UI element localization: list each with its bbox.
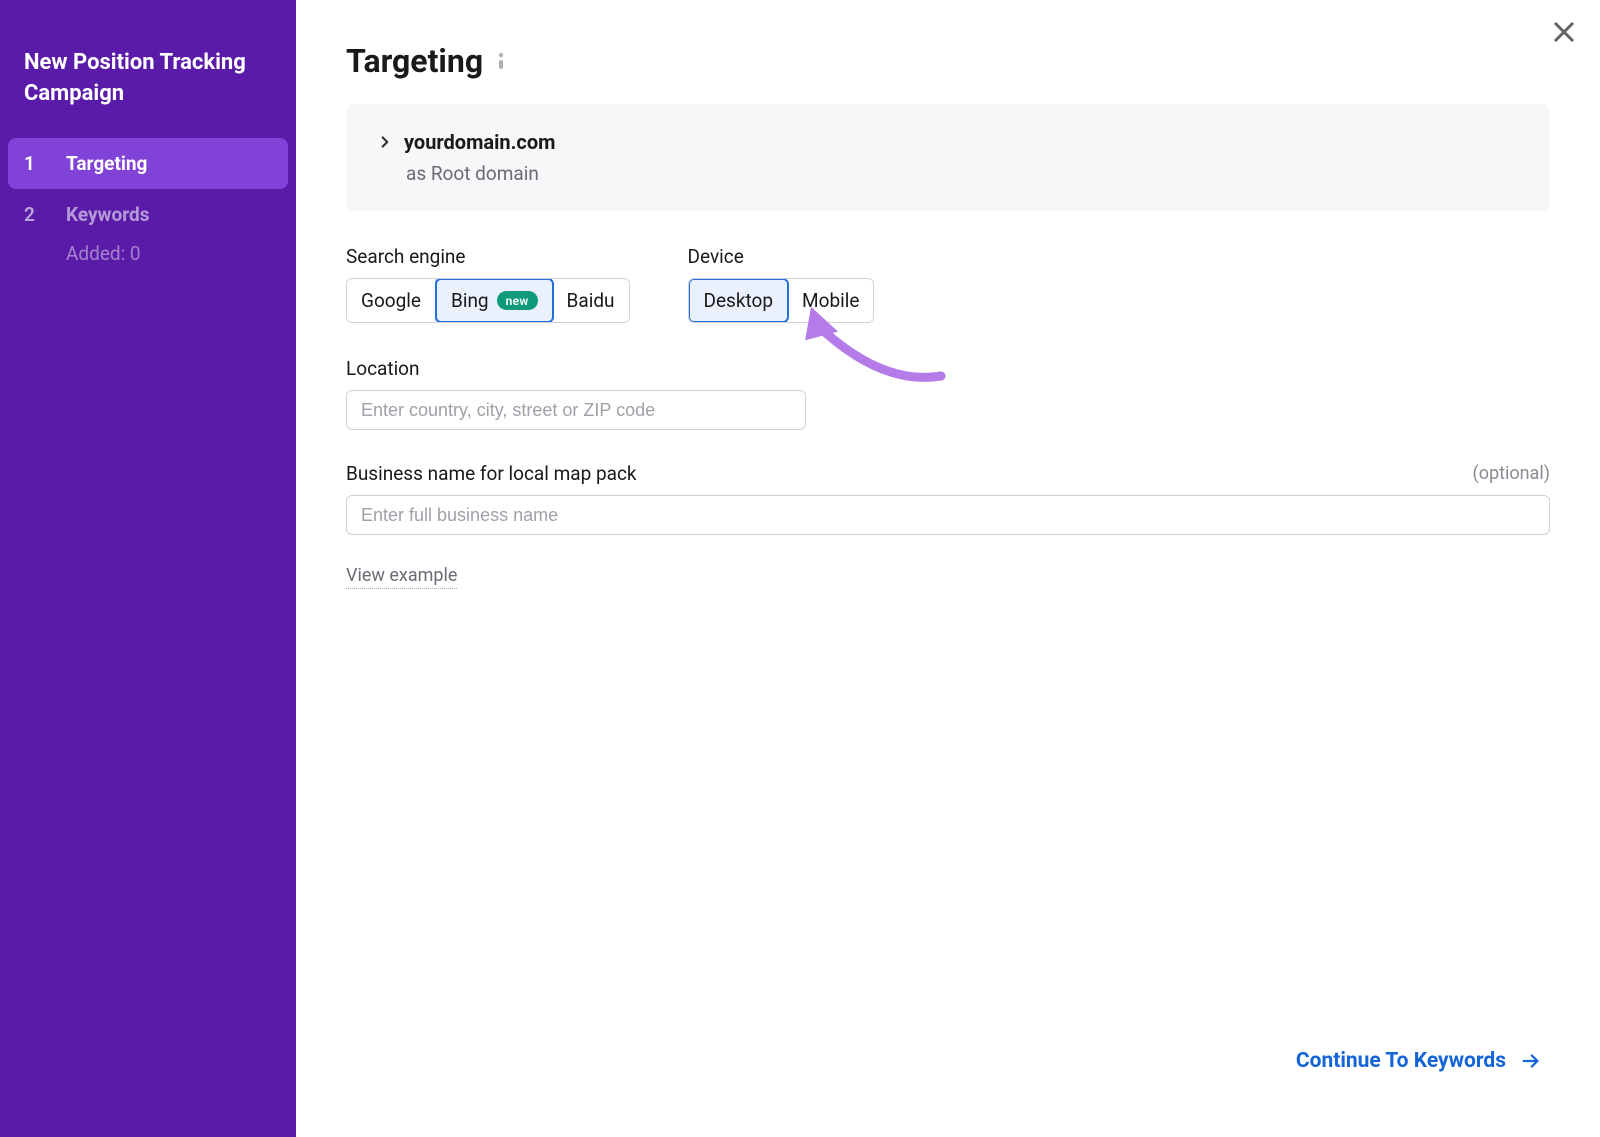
location-input[interactable] [346,390,806,430]
sidebar-step-targeting[interactable]: 1 Targeting [8,138,288,189]
location-label: Location [346,357,1550,380]
arrow-right-icon [1520,1050,1542,1072]
close-button[interactable] [1550,18,1578,46]
device-desktop[interactable]: Desktop [688,278,790,323]
domain-card[interactable]: yourdomain.com as Root domain [346,104,1550,211]
page-title: Targeting [346,42,1550,80]
step-label: Targeting [66,152,147,175]
step-number: 2 [24,203,38,226]
sidebar-title: New Position Tracking Campaign [8,48,288,138]
step-label: Keywords [66,203,149,226]
step-sublabel: Added: 0 [8,242,288,265]
search-engine-group: Search engine Google Bing new Baidu [346,245,630,323]
view-example-link[interactable]: View example [346,565,457,589]
page-title-text: Targeting [346,42,483,80]
sidebar-step-keywords[interactable]: 2 Keywords [8,189,288,240]
domain-subtitle: as Root domain [406,162,1520,185]
search-engine-bing[interactable]: Bing new [435,278,554,323]
close-icon [1550,18,1578,46]
location-group: Location [346,357,1550,430]
device-mobile[interactable]: Mobile [788,279,873,322]
continue-button[interactable]: Continue To Keywords [1296,1049,1542,1073]
search-engine-toggle: Google Bing new Baidu [346,278,630,323]
new-badge: new [497,291,538,310]
business-label: Business name for local map pack [346,462,637,485]
search-engine-label: Search engine [346,245,630,268]
device-group: Device Desktop Mobile [688,245,875,323]
main-content: Targeting yourdomain.com as Root domain … [296,0,1600,1137]
domain-name: yourdomain.com [404,130,555,154]
continue-label: Continue To Keywords [1296,1049,1506,1073]
info-icon[interactable] [497,52,505,70]
search-engine-google[interactable]: Google [347,279,436,322]
chevron-right-icon [376,133,394,151]
optional-label: (optional) [1473,463,1550,484]
sidebar: New Position Tracking Campaign 1 Targeti… [0,0,296,1137]
business-group: Business name for local map pack (option… [346,462,1550,535]
device-label: Device [688,245,875,268]
step-number: 1 [24,152,38,175]
business-input[interactable] [346,495,1550,535]
device-toggle: Desktop Mobile [688,278,875,323]
search-engine-baidu[interactable]: Baidu [553,279,629,322]
